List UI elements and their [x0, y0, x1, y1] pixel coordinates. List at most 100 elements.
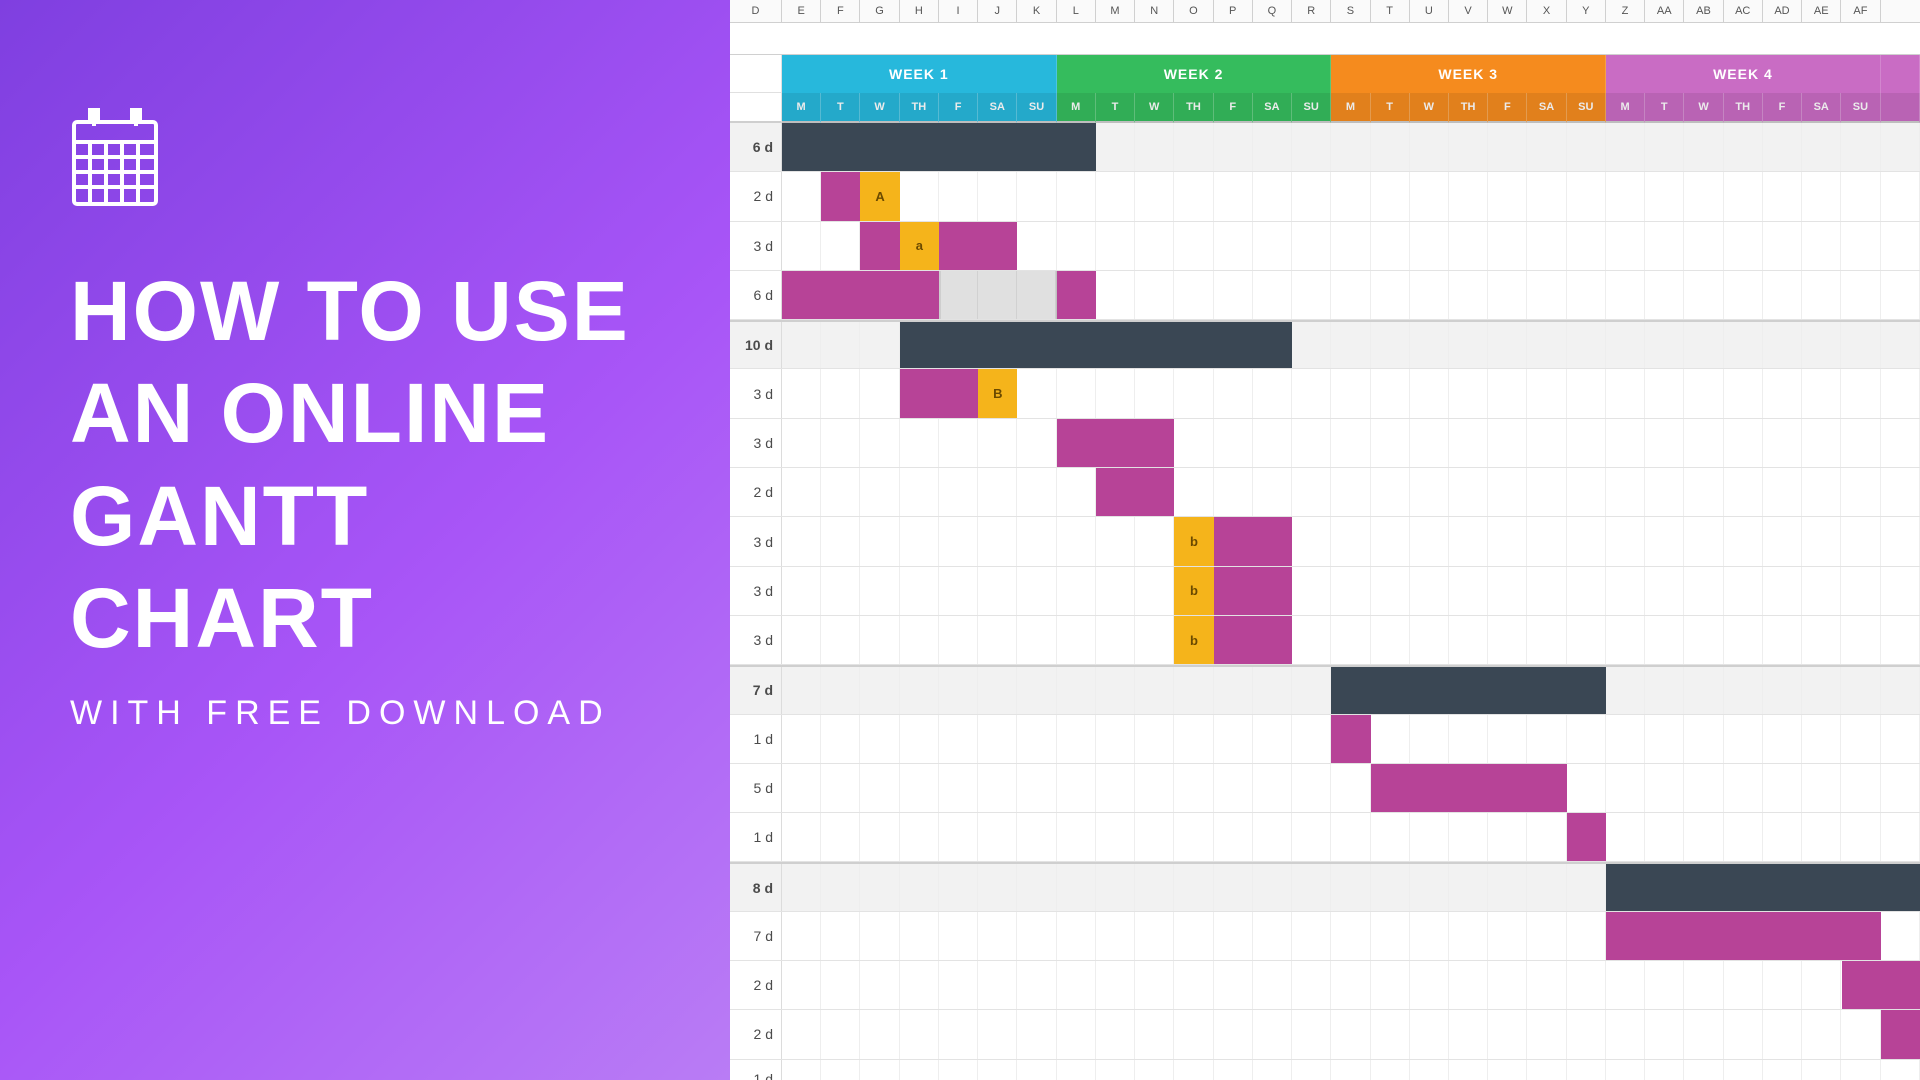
gantt-day-cell [1057, 567, 1096, 615]
gantt-day-cell [1410, 322, 1449, 368]
spreadsheet-column-headers: DEFGHIJKLMNOPQRSTUVWXYZAAABACADAEAF [730, 0, 1920, 23]
gantt-day-cell [1645, 271, 1684, 319]
gantt-day-cell [1449, 715, 1488, 763]
gantt-day-cell [1763, 764, 1802, 812]
gantt-day-cell [1096, 222, 1135, 270]
col-header: AF [1841, 0, 1880, 22]
gantt-day-cell [1331, 123, 1370, 171]
gantt-day-cell [1449, 123, 1488, 171]
gantt-day-cell [1253, 1060, 1292, 1080]
gantt-day-cell [1449, 1060, 1488, 1080]
gantt-day-cell [1488, 1010, 1527, 1058]
gantt-day-cell [1645, 667, 1684, 713]
gantt-day-cell [782, 517, 821, 565]
gantt-day-cell [1724, 764, 1763, 812]
gantt-day-cell [1096, 123, 1135, 171]
gantt-day-cell [1096, 517, 1135, 565]
gantt-day-cell [1253, 813, 1292, 861]
gantt-day-cell [821, 1060, 860, 1080]
gantt-gap [939, 271, 1057, 319]
gantt-day-cell [1763, 715, 1802, 763]
gantt-day-cell [1410, 567, 1449, 615]
gantt-day-cell [821, 912, 860, 960]
gantt-day-cell [1292, 813, 1331, 861]
gantt-day-cell [1606, 715, 1645, 763]
gantt-day-cell [1410, 616, 1449, 664]
col-header: P [1214, 0, 1253, 22]
gantt-task-bar [782, 271, 939, 319]
gantt-day-cell [860, 369, 899, 417]
gantt-day-cell [939, 517, 978, 565]
gantt-day-cell [1292, 715, 1331, 763]
gantt-day-cell [1527, 864, 1566, 910]
gantt-day-cell [1410, 813, 1449, 861]
gantt-day-cell [1684, 322, 1723, 368]
gantt-day-cell [939, 567, 978, 615]
gantt-day-cell [1057, 172, 1096, 220]
gantt-day-cell [1096, 864, 1135, 910]
gantt-day-cell [1881, 369, 1920, 417]
gantt-day-cell [1057, 1060, 1096, 1080]
gantt-task-bar [821, 172, 860, 220]
gantt-day-cell [1763, 419, 1802, 467]
gantt-day-cell [1881, 667, 1920, 713]
gantt-day-cell [1645, 369, 1684, 417]
gantt-day-cell [1371, 369, 1410, 417]
gantt-day-cell [1371, 271, 1410, 319]
gantt-day-cell [1881, 912, 1920, 960]
gantt-day-cell [782, 912, 821, 960]
gantt-day-cell [1253, 667, 1292, 713]
gantt-day-cell [1684, 1010, 1723, 1058]
duration-label: 10 d [730, 322, 782, 368]
duration-label: 8 d [730, 864, 782, 910]
gantt-day-cell [1292, 271, 1331, 319]
gantt-day-cell [1881, 271, 1920, 319]
duration-label: 1 d [730, 715, 782, 763]
gantt-day-cell [1488, 123, 1527, 171]
gantt-day-cell [1371, 123, 1410, 171]
dow-header: M [1057, 93, 1096, 123]
gantt-task-bar [1881, 1010, 1920, 1058]
gantt-day-cell [1253, 864, 1292, 910]
gantt-day-cell [1606, 322, 1645, 368]
gantt-day-cell [821, 222, 860, 270]
gantt-day-cell [978, 567, 1017, 615]
gantt-day-cell [1214, 172, 1253, 220]
gantt-day-cell [1645, 961, 1684, 1009]
gantt-day-cell [782, 1060, 821, 1080]
gantt-milestone: A [860, 172, 899, 220]
gantt-day-cell [978, 1010, 1017, 1058]
col-header: AB [1684, 0, 1723, 22]
gantt-day-cell [1174, 864, 1213, 910]
gantt-day-cell [1684, 961, 1723, 1009]
dow-header: T [1371, 93, 1410, 123]
gantt-day-cell [1881, 616, 1920, 664]
gantt-day-cell [821, 616, 860, 664]
gantt-day-cell [1881, 764, 1920, 812]
dow-header: W [1135, 93, 1174, 123]
duration-label: 3 d [730, 369, 782, 417]
gantt-day-cell [1684, 616, 1723, 664]
gantt-day-cell [860, 1010, 899, 1058]
gantt-day-cell [1802, 419, 1841, 467]
gantt-day-cell [1214, 419, 1253, 467]
gantt-task-row: 2 d [730, 1010, 1920, 1059]
gantt-day-cell [1096, 567, 1135, 615]
gantt-day-cell [1527, 271, 1566, 319]
gantt-day-cell [1841, 616, 1880, 664]
gantt-day-cell [1645, 567, 1684, 615]
gantt-day-cell [1606, 961, 1645, 1009]
gantt-day-cell [900, 764, 939, 812]
gantt-day-cell [1724, 813, 1763, 861]
gantt-day-cell [821, 715, 860, 763]
gantt-day-cell [1881, 419, 1920, 467]
gantt-day-cell [1488, 322, 1527, 368]
gantt-day-cell [1057, 715, 1096, 763]
week-header: WEEK 2 [1057, 55, 1332, 93]
gantt-day-cell [821, 369, 860, 417]
gantt-day-cell [1684, 419, 1723, 467]
gantt-day-cell [1567, 419, 1606, 467]
gantt-day-cell [1841, 517, 1880, 565]
gantt-milestone: b [1174, 616, 1213, 664]
col-header: D [730, 0, 782, 22]
